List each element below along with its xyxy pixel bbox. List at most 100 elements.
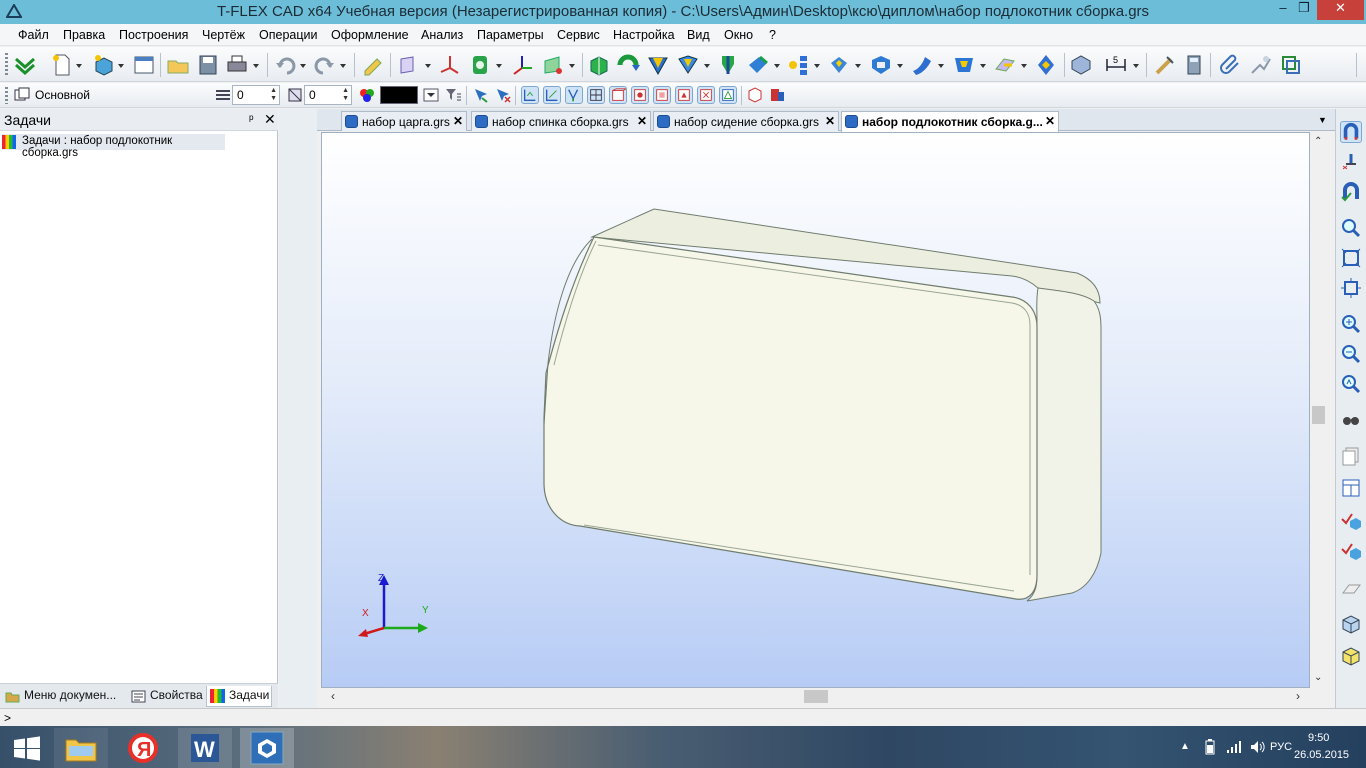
view-cube-icon[interactable] — [1340, 613, 1362, 635]
select-all-icon[interactable] — [746, 86, 764, 104]
select-filter-icon[interactable] — [472, 86, 490, 104]
redo-icon[interactable] — [312, 53, 336, 77]
tflex-cad-icon[interactable] — [240, 728, 294, 768]
menu-file[interactable]: Файл — [18, 28, 49, 42]
zoom-extents-icon[interactable] — [1340, 277, 1362, 299]
level-field[interactable]: 0 ▲ ▼ — [304, 85, 352, 105]
boolean-icon[interactable] — [676, 53, 700, 77]
color-swatch[interactable] — [380, 86, 418, 104]
filter-workplane-icon[interactable] — [719, 86, 737, 104]
menu-analysis[interactable]: Анализ — [421, 28, 463, 42]
menu-help[interactable]: ? — [769, 28, 776, 42]
filter-loop-icon[interactable] — [587, 86, 605, 104]
profile-dropdown-icon[interactable] — [496, 64, 502, 68]
tab-close-icon[interactable]: ✕ — [1045, 114, 1055, 128]
menu-settings[interactable]: Настройка — [613, 28, 675, 42]
toolbar2-grip[interactable] — [5, 87, 8, 104]
new-document-icon[interactable] — [50, 53, 74, 77]
commit-icon[interactable] — [13, 53, 37, 77]
extrude-icon[interactable] — [587, 53, 611, 77]
pin-icon[interactable]: ᵖ — [249, 112, 254, 126]
menu-operations[interactable]: Операции — [259, 28, 317, 42]
filter-face-icon[interactable] — [565, 86, 583, 104]
word-icon[interactable]: W — [178, 728, 232, 768]
undo-icon[interactable] — [274, 53, 298, 77]
filter-edge-icon[interactable] — [543, 86, 561, 104]
new-3d-model-icon[interactable] — [92, 53, 116, 77]
tab-doc-spinka[interactable]: набор спинка сборка.grs ✕ — [471, 111, 651, 131]
select-options-icon[interactable] — [768, 86, 786, 104]
zoom-all-icon[interactable] — [1340, 247, 1362, 269]
scroll-down-icon[interactable]: ⌄ — [1314, 672, 1322, 683]
sweep-icon[interactable] — [910, 53, 934, 77]
level-spin-arrows[interactable]: ▲ ▼ — [342, 87, 349, 103]
tab-close-icon[interactable]: ✕ — [453, 114, 463, 128]
zoom-in-icon[interactable] — [1340, 313, 1362, 335]
rotate-icon[interactable] — [616, 53, 640, 77]
chamfer-icon[interactable] — [746, 53, 770, 77]
body-icon[interactable] — [952, 53, 976, 77]
horizontal-scrollbar[interactable]: ‹ › — [321, 688, 1310, 705]
command-prompt[interactable]: > — [4, 711, 11, 725]
layer-spin-arrows[interactable]: ▲ ▼ — [270, 87, 277, 103]
glasses-icon[interactable] — [1340, 409, 1362, 431]
body-dropdown-icon[interactable] — [980, 64, 986, 68]
boolean-dropdown-icon[interactable] — [704, 64, 710, 68]
tab-tasks[interactable]: Задачи — [206, 686, 272, 707]
array-icon[interactable] — [786, 53, 810, 77]
fragment-icon[interactable] — [1279, 53, 1303, 77]
select-filter-alt-icon[interactable] — [494, 86, 512, 104]
redo-dropdown-icon[interactable] — [340, 64, 346, 68]
file-explorer-icon[interactable] — [54, 728, 108, 768]
shell-dropdown-icon[interactable] — [855, 64, 861, 68]
filter-vertex-icon[interactable] — [521, 86, 539, 104]
magnet-icon[interactable] — [1340, 121, 1362, 143]
workplane-icon[interactable] — [397, 53, 421, 77]
pin-snap-icon[interactable] — [1340, 151, 1362, 173]
cut-dropdown-icon[interactable] — [897, 64, 903, 68]
chamfer-dropdown-icon[interactable] — [774, 64, 780, 68]
cut-icon[interactable] — [869, 53, 893, 77]
filter-lcs-icon[interactable] — [697, 86, 715, 104]
menu-design[interactable]: Оформление — [331, 28, 409, 42]
scroll-up-icon[interactable]: ⌃ — [1314, 136, 1322, 147]
check-assembly-icon[interactable] — [1340, 539, 1362, 561]
start-button-icon[interactable] — [0, 728, 54, 768]
sheet-metal-icon[interactable] — [1034, 53, 1058, 77]
battery-icon[interactable] — [1204, 739, 1216, 755]
print-icon[interactable] — [225, 53, 249, 77]
filter-list-icon[interactable] — [444, 86, 462, 104]
zoom-out-icon[interactable] — [1340, 343, 1362, 365]
table-view-icon[interactable] — [1340, 477, 1362, 499]
surface-icon[interactable] — [993, 53, 1017, 77]
new-dropdown-icon[interactable] — [76, 64, 82, 68]
shell-icon[interactable] — [827, 53, 851, 77]
tab-close-icon[interactable]: ✕ — [825, 114, 835, 128]
tab-close-icon[interactable]: ✕ — [637, 114, 647, 128]
tab-doc-podlokotnik[interactable]: набор подлокотник сборка.g... ✕ — [841, 111, 1059, 132]
menu-service[interactable]: Сервис — [557, 28, 600, 42]
dimension-icon[interactable]: 5 — [1104, 53, 1128, 77]
attach-icon[interactable] — [1218, 53, 1242, 77]
3d-node-dropdown-icon[interactable] — [569, 64, 575, 68]
filter-3d-node-icon[interactable] — [675, 86, 693, 104]
line-type-dropdown-icon[interactable] — [422, 86, 440, 104]
magnet-snap-icon[interactable] — [1340, 181, 1362, 203]
surface-dropdown-icon[interactable] — [1021, 64, 1027, 68]
tasks-tree-item[interactable]: Задачи : набор подлокотник сборка.grs — [2, 134, 225, 159]
menu-parameters[interactable]: Параметры — [477, 28, 544, 42]
language-indicator[interactable]: РУС — [1270, 741, 1292, 753]
style-label[interactable]: Основной — [35, 88, 90, 102]
restore-button[interactable]: ❐ — [1291, 0, 1317, 20]
filter-fragment-icon[interactable] — [653, 86, 671, 104]
tab-doc-sidenie[interactable]: набор сидение сборка.grs ✕ — [653, 111, 839, 131]
undo-dropdown-icon[interactable] — [300, 64, 306, 68]
dimension-dropdown-icon[interactable] — [1133, 64, 1139, 68]
fillet-icon[interactable] — [716, 53, 740, 77]
signal-icon[interactable] — [1226, 740, 1242, 754]
filter-body-icon[interactable] — [609, 86, 627, 104]
3d-node-icon[interactable] — [541, 53, 565, 77]
scroll-left-icon[interactable]: ‹ — [331, 689, 335, 703]
check-model-icon[interactable] — [1340, 509, 1362, 531]
menu-window[interactable]: Окно — [724, 28, 753, 42]
